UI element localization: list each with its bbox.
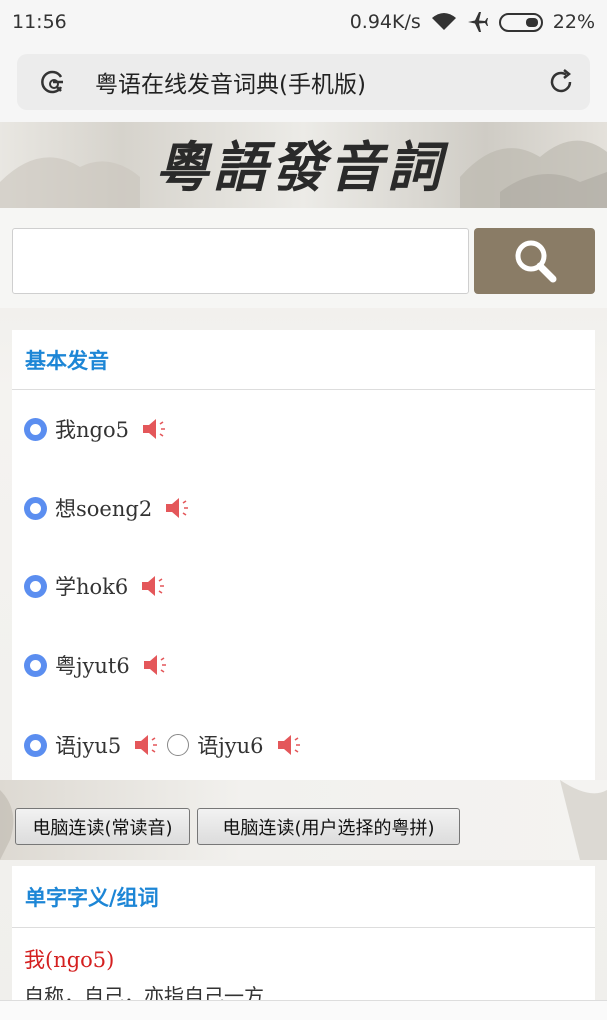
- bottom-bar: [0, 1000, 607, 1020]
- speaker-icon[interactable]: [276, 733, 304, 757]
- pron-label: 我ngo5: [55, 418, 129, 442]
- net-speed: 0.94K/s: [349, 11, 421, 33]
- speaker-icon[interactable]: [140, 574, 168, 598]
- radio-button[interactable]: [24, 733, 47, 757]
- address-bar[interactable]: 粤语在线发音词典(手机版): [17, 54, 590, 110]
- wifi-icon: [431, 13, 456, 30]
- pron-label: 想soeng2: [55, 497, 153, 521]
- battery-percent: 22%: [552, 11, 595, 33]
- entry-head: 我(ngo5): [24, 948, 115, 972]
- pron-label: 语jyu5: [55, 734, 122, 758]
- speaker-icon[interactable]: [141, 417, 169, 441]
- pron-label: 粤jyut6: [55, 654, 130, 678]
- page-title[interactable]: 粤语在线发音词典(手机版): [95, 65, 546, 99]
- radio-button[interactable]: [24, 496, 47, 520]
- radio-button[interactable]: [24, 653, 47, 677]
- status-bar: 11:56 0.94K/s 22%: [0, 0, 607, 44]
- radio-button-alt[interactable]: [167, 734, 190, 756]
- speaker-icon[interactable]: [133, 733, 161, 757]
- pronunciation-header: 基本发音: [12, 330, 595, 390]
- search-engine-icon[interactable]: [39, 68, 67, 96]
- browser-toolbar: 粤语在线发音词典(手机版): [0, 44, 607, 122]
- reload-icon[interactable]: [546, 67, 576, 97]
- pron-item: 我ngo5: [24, 414, 169, 444]
- airplane-icon: [467, 12, 488, 32]
- read-common-button[interactable]: 电脑连读(常读音): [15, 808, 190, 845]
- search-button[interactable]: [474, 228, 595, 294]
- status-right: 0.94K/s 22%: [350, 11, 595, 33]
- site-logo: 粵語發音詞典: [155, 135, 445, 269]
- radio-button[interactable]: [24, 417, 47, 441]
- search-icon: [515, 240, 556, 283]
- pron-item: 想soeng2: [24, 493, 192, 523]
- speaker-icon[interactable]: [142, 653, 170, 677]
- search-input[interactable]: [12, 228, 469, 294]
- pron-label: 学hok6: [55, 575, 129, 599]
- speaker-icon[interactable]: [164, 496, 192, 520]
- pron-item: 语jyu5 语jyu6: [24, 730, 304, 760]
- search-row: [0, 208, 607, 308]
- pron-item: 学hok6: [24, 571, 168, 601]
- battery-icon: [498, 12, 543, 32]
- status-time: 11:56: [12, 11, 67, 33]
- banner: 粵語發音詞典: [0, 122, 607, 269]
- meaning-header: 单字字义/组词: [12, 866, 595, 928]
- pron-item: 粤jyut6: [24, 650, 170, 680]
- radio-button[interactable]: [24, 574, 47, 598]
- read-selected-button[interactable]: 电脑连读(用户选择的粤拼): [197, 808, 460, 845]
- pron-alt-label: 语jyu6: [197, 734, 264, 758]
